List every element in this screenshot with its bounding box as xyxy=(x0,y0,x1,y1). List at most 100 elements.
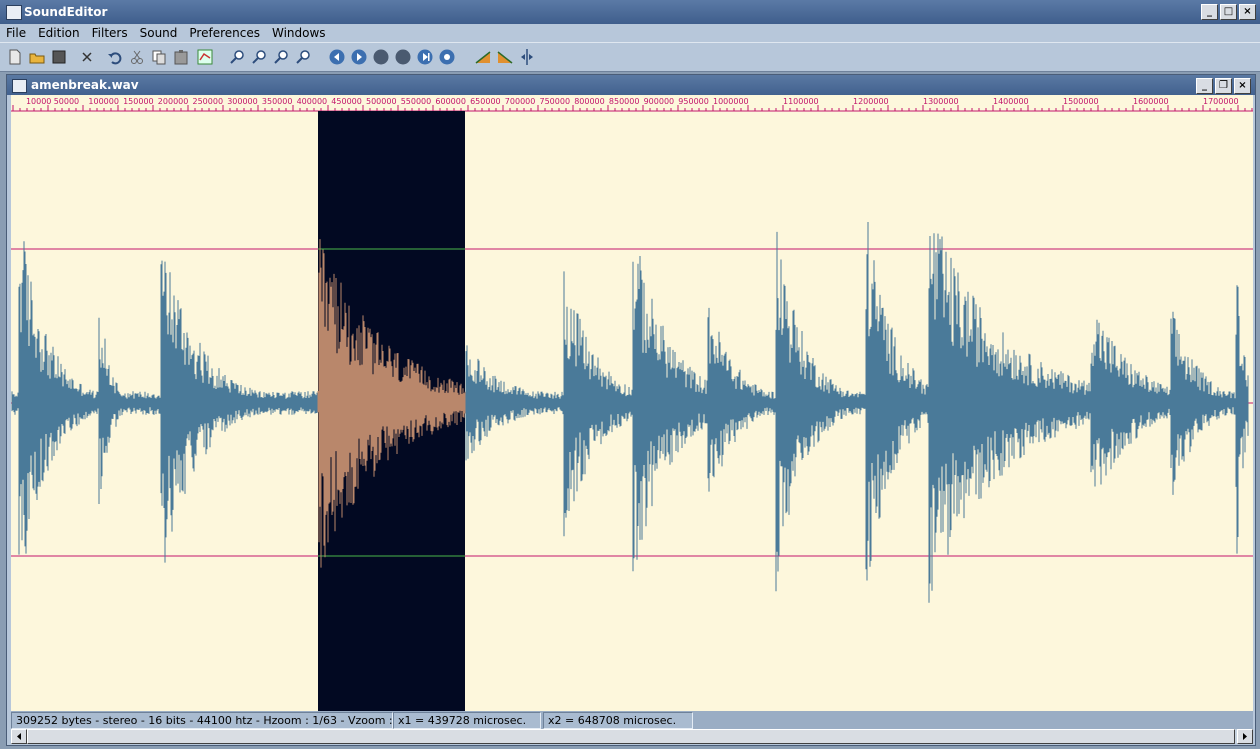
open-folder-button[interactable] xyxy=(28,48,46,66)
app-title-bar: SoundEditor _ □ × xyxy=(0,0,1260,24)
document-window: amenbreak.wav _ ❐ × 10000 50000 100000 1500… xyxy=(6,74,1256,746)
mix-icon xyxy=(197,49,213,65)
ruler-label: 400000 xyxy=(297,97,328,106)
ruler-label: 200000 xyxy=(158,97,189,106)
open-folder-icon xyxy=(29,53,45,64)
close-button[interactable]: × xyxy=(1239,4,1256,20)
menu-preferences[interactable]: Preferences xyxy=(183,26,266,40)
arrow-right-icon xyxy=(1243,733,1247,740)
ruler-label: 1500000 xyxy=(1063,97,1099,106)
ruler-label: 1100000 xyxy=(783,97,819,106)
cut-scissors-icon xyxy=(131,50,143,64)
ruler-label: 1000000 xyxy=(713,97,749,106)
paste-icon xyxy=(174,50,188,65)
zoom-in-vertical-button[interactable] xyxy=(272,48,290,66)
stop-button[interactable] xyxy=(372,48,390,66)
ruler-label: 300000 xyxy=(227,97,258,106)
ruler-label: 100000 xyxy=(88,97,119,106)
copy-button[interactable] xyxy=(150,48,168,66)
ruler-label: 450000 xyxy=(331,97,362,106)
fade-out-button[interactable] xyxy=(496,48,514,66)
undo-icon xyxy=(108,52,122,65)
save-disk-button[interactable] xyxy=(50,48,68,66)
zoom-out-horizontal-icon xyxy=(252,50,266,64)
loop-button[interactable] xyxy=(438,48,456,66)
ruler-label: 850000 xyxy=(609,97,640,106)
mix-button[interactable] xyxy=(196,48,214,66)
window-controls: _ □ × xyxy=(1201,4,1256,20)
rewind-button[interactable] xyxy=(328,48,346,66)
menu-edition[interactable]: Edition xyxy=(32,26,86,40)
status-x1: x1 = 439728 microsec. xyxy=(393,712,541,729)
ruler-label: 1200000 xyxy=(853,97,889,106)
zoom-out-horizontal-button[interactable] xyxy=(250,48,268,66)
ruler-label: 800000 xyxy=(574,97,605,106)
new-file-button[interactable] xyxy=(6,48,24,66)
forward-icon xyxy=(417,49,433,65)
loop-icon xyxy=(439,49,455,65)
maximize-button[interactable]: □ xyxy=(1220,4,1237,20)
play-button[interactable] xyxy=(350,48,368,66)
doc-close-button[interactable]: × xyxy=(1234,78,1251,94)
record-button[interactable] xyxy=(394,48,412,66)
close-x-icon xyxy=(82,52,92,62)
zoom-in-horizontal-icon xyxy=(230,50,244,64)
split-marker-icon xyxy=(521,49,533,65)
doc-restore-button[interactable]: ❐ xyxy=(1215,78,1232,94)
close-x-button[interactable] xyxy=(78,48,96,66)
ruler-label: 50000 xyxy=(54,97,79,106)
document-title-bar: amenbreak.wav _ ❐ × xyxy=(7,75,1255,95)
copy-icon xyxy=(152,50,166,65)
menu-file[interactable]: File xyxy=(0,26,32,40)
document-window-controls: _ ❐ × xyxy=(1196,78,1251,94)
scroll-left-button[interactable] xyxy=(11,729,27,744)
horizontal-scrollbar[interactable] xyxy=(11,729,1253,744)
save-disk-icon xyxy=(52,50,66,64)
menu-filters[interactable]: Filters xyxy=(86,26,134,40)
document-waveform-icon xyxy=(12,79,27,93)
menu-windows[interactable]: Windows xyxy=(266,26,332,40)
ruler-label: 1700000 xyxy=(1203,97,1239,106)
ruler-label: 350000 xyxy=(262,97,293,106)
waveform-trace xyxy=(11,222,1249,603)
fade-in-button[interactable] xyxy=(474,48,492,66)
doc-minimize-button[interactable]: _ xyxy=(1196,78,1213,94)
paste-button[interactable] xyxy=(172,48,190,66)
ruler-label: 250000 xyxy=(193,97,224,106)
waveform-view[interactable]: 10000 50000 100000 150000 200000 250000 300000… xyxy=(11,95,1253,711)
arrow-left-icon xyxy=(17,733,21,740)
status-bar: 309252 bytes - stereo - 16 bits - 44100 … xyxy=(11,711,1253,729)
record-icon xyxy=(395,49,411,65)
zoom-out-vertical-button[interactable] xyxy=(294,48,312,66)
menu-bar: File Edition Filters Sound Preferences W… xyxy=(0,24,1260,42)
ruler-label: 550000 xyxy=(401,97,432,106)
undo-button[interactable] xyxy=(106,48,124,66)
menu-sound[interactable]: Sound xyxy=(134,26,184,40)
split-marker-button[interactable] xyxy=(518,48,536,66)
ruler-label: 1600000 xyxy=(1133,97,1169,106)
status-x2: x2 = 648708 microsec. xyxy=(543,712,693,729)
ruler-label: 700000 xyxy=(505,97,536,106)
ruler-label: 900000 xyxy=(644,97,675,106)
forward-button[interactable] xyxy=(416,48,434,66)
app-waveform-icon xyxy=(6,5,22,20)
ruler-label: 600000 xyxy=(435,97,466,106)
zoom-in-horizontal-button[interactable] xyxy=(228,48,246,66)
ruler-label: 150000 xyxy=(123,97,154,106)
ruler-label: 750000 xyxy=(540,97,571,106)
app-title: SoundEditor xyxy=(24,5,108,19)
waveform-canvas[interactable]: 10000 50000 100000 150000 200000 250000 300000… xyxy=(11,95,1253,711)
rewind-icon xyxy=(329,49,345,65)
ruler-label: 950000 xyxy=(678,97,709,106)
new-file-icon xyxy=(9,49,21,65)
stop-icon xyxy=(373,49,389,65)
ruler-label: 1400000 xyxy=(993,97,1029,106)
ruler-label: 500000 xyxy=(366,97,397,106)
scroll-right-button[interactable] xyxy=(1237,729,1253,744)
fade-in-icon xyxy=(475,51,491,64)
toolbar xyxy=(0,42,1260,72)
ruler-label: 10000 xyxy=(26,97,51,106)
minimize-button[interactable]: _ xyxy=(1201,4,1218,20)
scrollbar-thumb[interactable] xyxy=(27,729,1235,744)
cut-scissors-button[interactable] xyxy=(128,48,146,66)
